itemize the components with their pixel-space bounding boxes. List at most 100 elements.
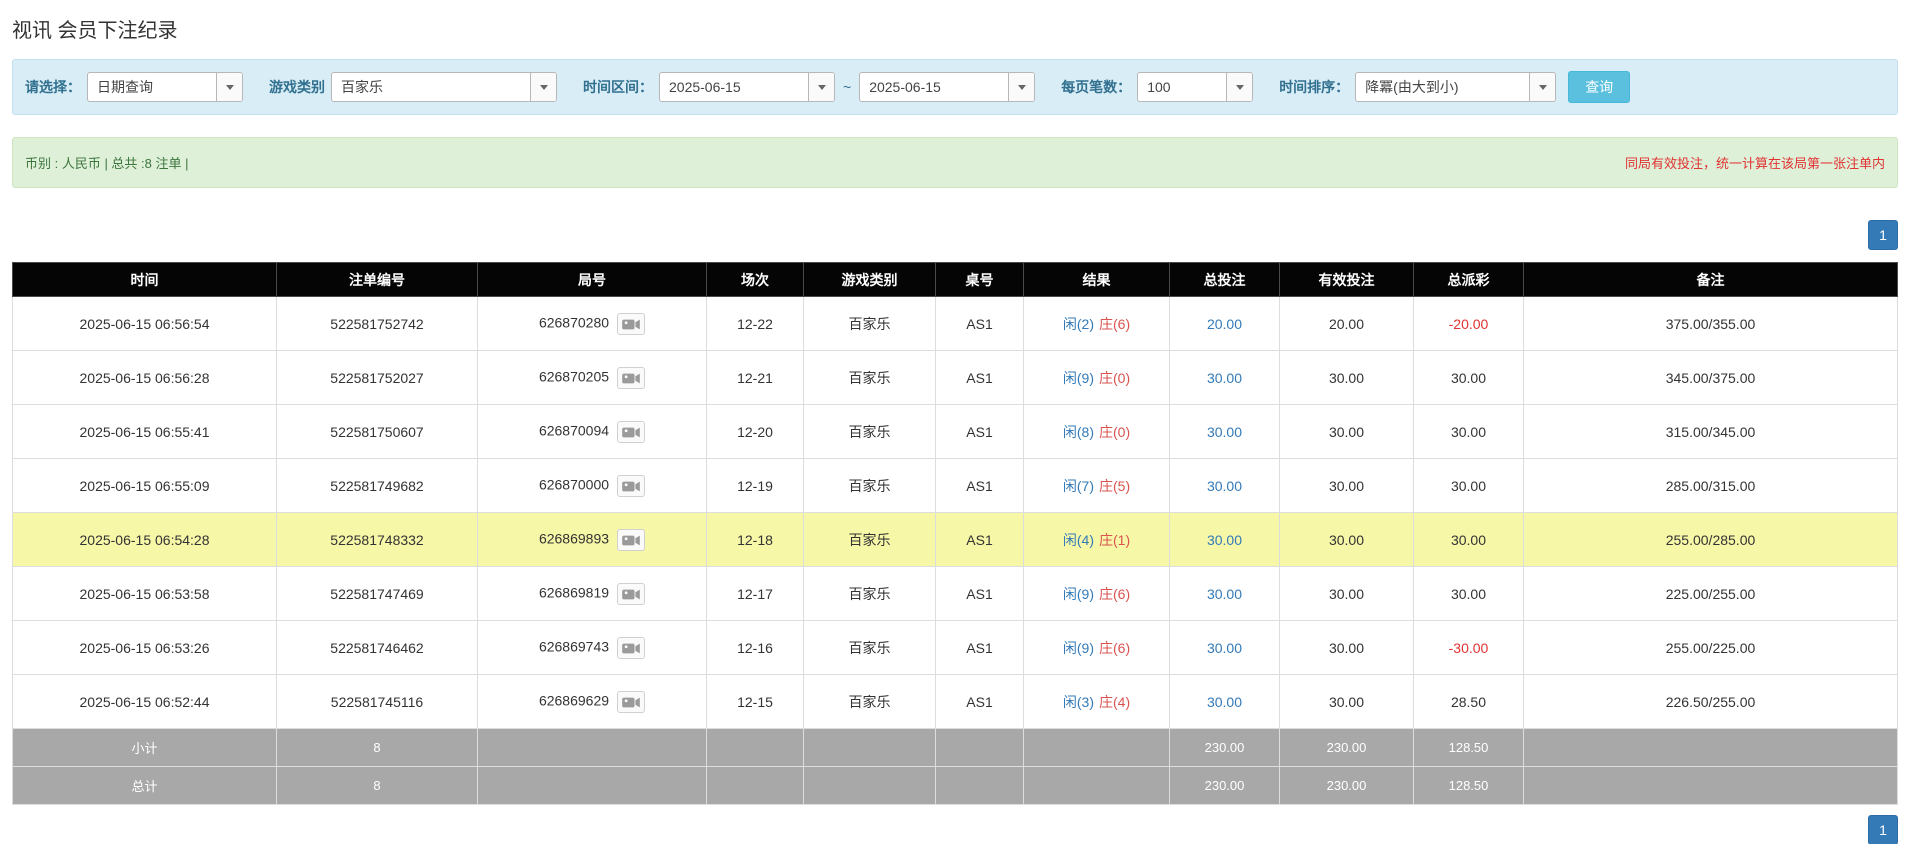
round-number: 626869819 (539, 584, 609, 600)
cell-remark: 226.50/255.00 (1524, 675, 1898, 729)
result-banker: 庄(6) (1099, 316, 1130, 332)
col-header-result: 结果 (1024, 263, 1170, 297)
cell-game: 百家乐 (804, 459, 936, 513)
cell-valid-bet: 30.00 (1280, 621, 1414, 675)
cell-time: 2025-06-15 06:55:09 (13, 459, 277, 513)
cell-result: 闲(9)庄(6) (1024, 567, 1170, 621)
game-type-label: 游戏类别 (269, 77, 325, 97)
chevron-down-icon[interactable] (808, 73, 834, 101)
page-number-button[interactable]: 1 (1868, 220, 1898, 250)
cell-session: 12-22 (707, 297, 804, 351)
payout-value: 30.00 (1451, 586, 1486, 602)
cell-session: 12-20 (707, 405, 804, 459)
video-replay-icon[interactable] (617, 475, 645, 497)
chevron-down-icon[interactable] (1226, 73, 1252, 101)
cell-round: 626869743 (478, 621, 707, 675)
cell-payout: 30.00 (1414, 513, 1524, 567)
total-bet-link[interactable]: 30.00 (1207, 694, 1242, 710)
cell-valid-bet: 30.00 (1280, 567, 1414, 621)
time-sort-dropdown[interactable]: 降冪(由大到小) (1355, 72, 1556, 102)
total-bet-link[interactable]: 30.00 (1207, 532, 1242, 548)
round-number: 626870280 (539, 314, 609, 330)
video-replay-icon[interactable] (617, 421, 645, 443)
total-bet-link[interactable]: 30.00 (1207, 424, 1242, 440)
subtotal-payout: 128.50 (1414, 729, 1524, 767)
page-size-dropdown[interactable]: 100 (1137, 72, 1253, 102)
cell-session: 12-17 (707, 567, 804, 621)
game-type-dropdown[interactable]: 百家乐 (331, 72, 557, 102)
cell-table-no: AS1 (936, 459, 1024, 513)
query-type-value[interactable]: 日期查询 (88, 73, 216, 101)
cell-session: 12-18 (707, 513, 804, 567)
cell-game: 百家乐 (804, 675, 936, 729)
chevron-down-icon[interactable] (216, 73, 242, 101)
payout-value: -30.00 (1449, 640, 1489, 656)
video-replay-icon[interactable] (617, 583, 645, 605)
range-separator: ~ (843, 79, 851, 95)
cell-payout: -20.00 (1414, 297, 1524, 351)
subtotal-count: 8 (277, 729, 478, 767)
subtotal-row: 小计 8 230.00 230.00 128.50 (13, 729, 1898, 767)
cell-table-no: AS1 (936, 351, 1024, 405)
pagination-top: 1 (12, 220, 1898, 250)
result-banker: 庄(5) (1099, 478, 1130, 494)
total-row: 总计 8 230.00 230.00 128.50 (13, 767, 1898, 805)
table-row: 2025-06-15 06:56:28 522581752027 6268702… (13, 351, 1898, 405)
col-header-table-no: 桌号 (936, 263, 1024, 297)
cell-valid-bet: 30.00 (1280, 675, 1414, 729)
cell-time: 2025-06-15 06:53:58 (13, 567, 277, 621)
result-banker: 庄(0) (1099, 370, 1130, 386)
cell-time: 2025-06-15 06:53:26 (13, 621, 277, 675)
cell-time: 2025-06-15 06:56:54 (13, 297, 277, 351)
date-to-dropdown[interactable]: 2025-06-15 (859, 72, 1035, 102)
result-banker: 庄(4) (1099, 694, 1130, 710)
total-bet-link[interactable]: 30.00 (1207, 586, 1242, 602)
date-from-value[interactable]: 2025-06-15 (660, 73, 808, 101)
total-bet-link[interactable]: 30.00 (1207, 478, 1242, 494)
cell-remark: 315.00/345.00 (1524, 405, 1898, 459)
video-replay-icon[interactable] (617, 367, 645, 389)
cell-round: 626870205 (478, 351, 707, 405)
video-replay-icon[interactable] (617, 313, 645, 335)
video-replay-icon[interactable] (617, 529, 645, 551)
cell-table-no: AS1 (936, 621, 1024, 675)
date-from-dropdown[interactable]: 2025-06-15 (659, 72, 835, 102)
cell-valid-bet: 30.00 (1280, 513, 1414, 567)
chevron-down-icon[interactable] (1529, 73, 1555, 101)
pagination-bottom: 1 (12, 815, 1898, 844)
page-number-button[interactable]: 1 (1868, 815, 1898, 844)
cell-result: 闲(2)庄(6) (1024, 297, 1170, 351)
cell-time: 2025-06-15 06:54:28 (13, 513, 277, 567)
video-replay-icon[interactable] (617, 691, 645, 713)
query-type-dropdown[interactable]: 日期查询 (87, 72, 243, 102)
cell-bet-id: 522581752742 (277, 297, 478, 351)
cell-total-bet: 30.00 (1170, 459, 1280, 513)
total-total-bet: 230.00 (1170, 767, 1280, 805)
cell-bet-id: 522581752027 (277, 351, 478, 405)
game-type-value[interactable]: 百家乐 (332, 73, 530, 101)
result-banker: 庄(6) (1099, 640, 1130, 656)
total-count: 8 (277, 767, 478, 805)
result-player: 闲(8) (1063, 424, 1094, 440)
cell-table-no: AS1 (936, 405, 1024, 459)
search-button[interactable]: 查询 (1568, 71, 1630, 103)
total-bet-link[interactable]: 30.00 (1207, 640, 1242, 656)
video-replay-icon[interactable] (617, 637, 645, 659)
chevron-down-icon[interactable] (1008, 73, 1034, 101)
cell-remark: 255.00/285.00 (1524, 513, 1898, 567)
page-size-value[interactable]: 100 (1138, 73, 1226, 101)
date-to-value[interactable]: 2025-06-15 (860, 73, 1008, 101)
cell-bet-id: 522581745116 (277, 675, 478, 729)
result-player: 闲(7) (1063, 478, 1094, 494)
total-bet-link[interactable]: 30.00 (1207, 370, 1242, 386)
total-bet-link[interactable]: 20.00 (1207, 316, 1242, 332)
cell-total-bet: 20.00 (1170, 297, 1280, 351)
chevron-down-icon[interactable] (530, 73, 556, 101)
payout-value: 30.00 (1451, 532, 1486, 548)
cell-session: 12-21 (707, 351, 804, 405)
select-type-label: 请选择： (25, 77, 81, 97)
time-sort-value[interactable]: 降冪(由大到小) (1356, 73, 1529, 101)
payout-value: 30.00 (1451, 370, 1486, 386)
result-banker: 庄(6) (1099, 586, 1130, 602)
cell-bet-id: 522581747469 (277, 567, 478, 621)
